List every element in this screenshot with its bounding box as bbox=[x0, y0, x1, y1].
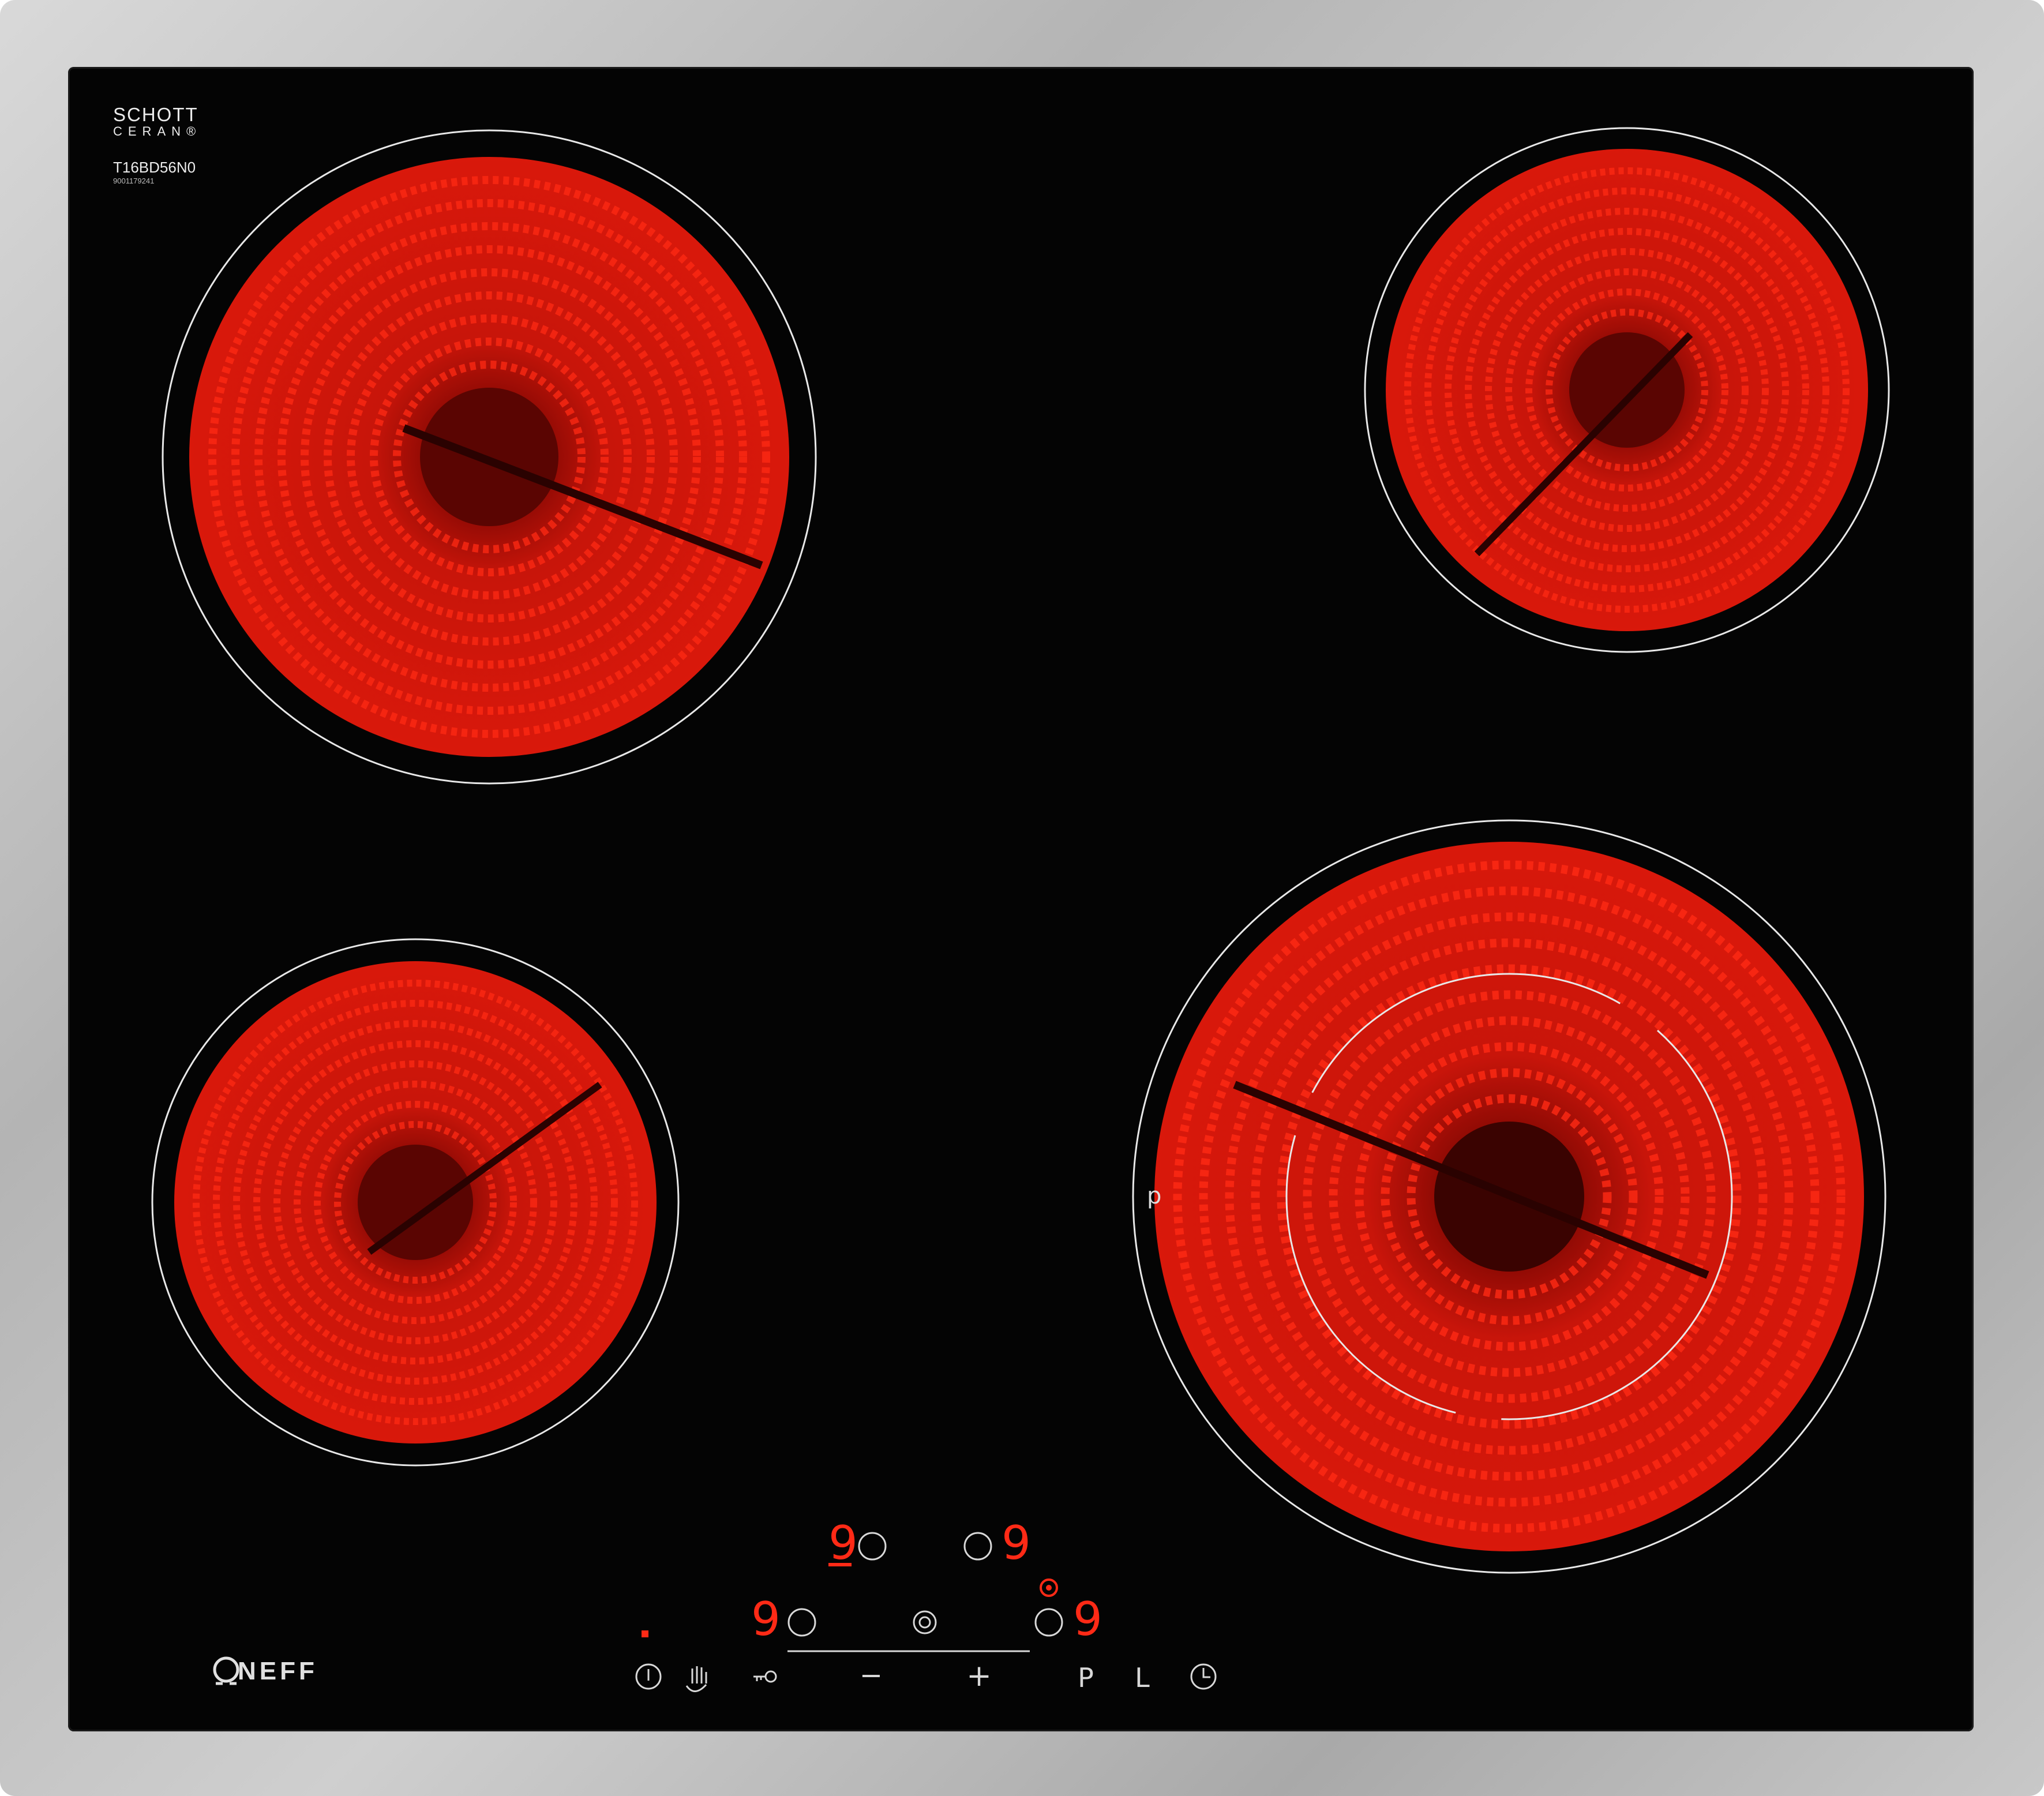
zone-display-front-left[interactable]: 9 bbox=[751, 1592, 816, 1646]
plus-button[interactable]: + bbox=[966, 1659, 992, 1693]
cooktop: p 9 9 9 9 − + P L SCHOTT CERAN® T16BD56N… bbox=[0, 0, 2044, 1796]
burner-rear-left[interactable] bbox=[162, 129, 817, 785]
center-rear-right bbox=[1569, 332, 1685, 448]
zone-display-front-right[interactable]: 9 bbox=[1034, 1592, 1102, 1646]
neff-logo: NEFF bbox=[238, 1657, 318, 1685]
zone-select-front-left[interactable] bbox=[787, 1608, 816, 1637]
model-number: T16BD56N0 bbox=[113, 159, 196, 176]
heat-level-rear-right: 9 bbox=[1002, 1516, 1031, 1570]
wipe-protection-button[interactable] bbox=[685, 1666, 707, 1692]
burner-front-left[interactable] bbox=[151, 938, 680, 1467]
zone-select-front-right[interactable] bbox=[1034, 1608, 1063, 1637]
dual-ring-button[interactable] bbox=[913, 1610, 937, 1634]
zone-display-rear-left[interactable]: 9 bbox=[828, 1516, 887, 1570]
lock-button[interactable]: L bbox=[1135, 1662, 1150, 1693]
zone-display-rear-right[interactable]: 9 bbox=[963, 1516, 1031, 1570]
dual-ring-outer-icon bbox=[913, 1610, 937, 1634]
center-front-left bbox=[358, 1145, 473, 1260]
heat-level-front-left: 9 bbox=[751, 1592, 781, 1646]
child-lock-button[interactable] bbox=[753, 1670, 777, 1683]
power-button[interactable] bbox=[635, 1663, 662, 1690]
control-panel: 9 9 9 9 − + P L bbox=[635, 1516, 1217, 1693]
dual-ring-inner-icon bbox=[918, 1616, 931, 1629]
schott-logo-line2: CERAN® bbox=[113, 124, 202, 138]
timer-button[interactable] bbox=[1190, 1663, 1217, 1690]
heat-level-front-right: 9 bbox=[1073, 1592, 1102, 1646]
dual-ring-active-indicator bbox=[1040, 1578, 1058, 1597]
burner-rear-right[interactable] bbox=[1364, 127, 1890, 653]
pause-button[interactable]: P bbox=[1078, 1662, 1094, 1693]
heat-level-rear-left: 9 bbox=[828, 1516, 858, 1570]
minus-button[interactable]: − bbox=[860, 1659, 883, 1692]
schott-logo-line1: SCHOTT bbox=[113, 104, 198, 125]
key-icon bbox=[764, 1670, 777, 1683]
dual-zone-indicator-label: p bbox=[1147, 1183, 1161, 1209]
burner-front-right-dual[interactable]: p bbox=[1132, 819, 1887, 1574]
zone-select-rear-left[interactable] bbox=[858, 1532, 887, 1561]
hand-wipe-icon bbox=[685, 1666, 707, 1692]
power-indicator-led bbox=[642, 1630, 648, 1637]
zone-select-rear-right[interactable] bbox=[963, 1532, 992, 1561]
serial-number: 9001179241 bbox=[113, 177, 155, 185]
hob-graphics: p 9 9 9 9 − + P L bbox=[151, 127, 1890, 1693]
